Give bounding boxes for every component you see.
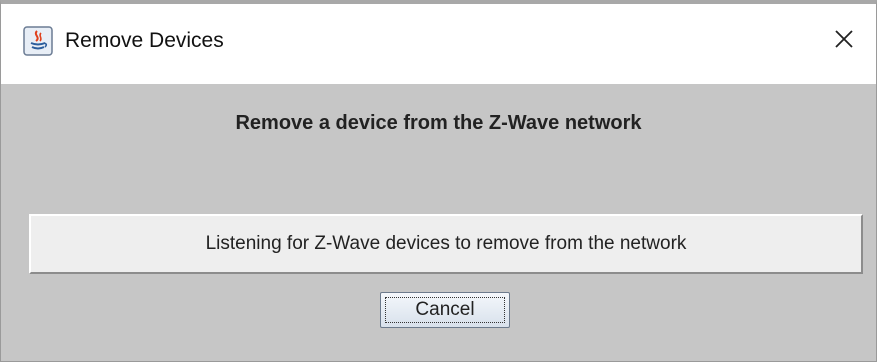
- java-icon: [23, 26, 53, 56]
- status-message-box: Listening for Z-Wave devices to remove f…: [29, 214, 863, 274]
- cancel-button[interactable]: Cancel: [380, 292, 510, 328]
- dialog-content: Remove a device from the Z-Wave network …: [1, 84, 876, 361]
- close-button[interactable]: [812, 4, 876, 78]
- dialog-heading: Remove a device from the Z-Wave network: [235, 112, 642, 134]
- remove-devices-window: Remove Devices Remove a device from the …: [0, 0, 877, 362]
- cancel-button-label: Cancel: [415, 299, 475, 320]
- status-message: Listening for Z-Wave devices to remove f…: [205, 233, 687, 254]
- title-bar[interactable]: Remove Devices: [1, 4, 876, 84]
- window-title: Remove Devices: [65, 29, 224, 52]
- close-icon: [834, 29, 854, 54]
